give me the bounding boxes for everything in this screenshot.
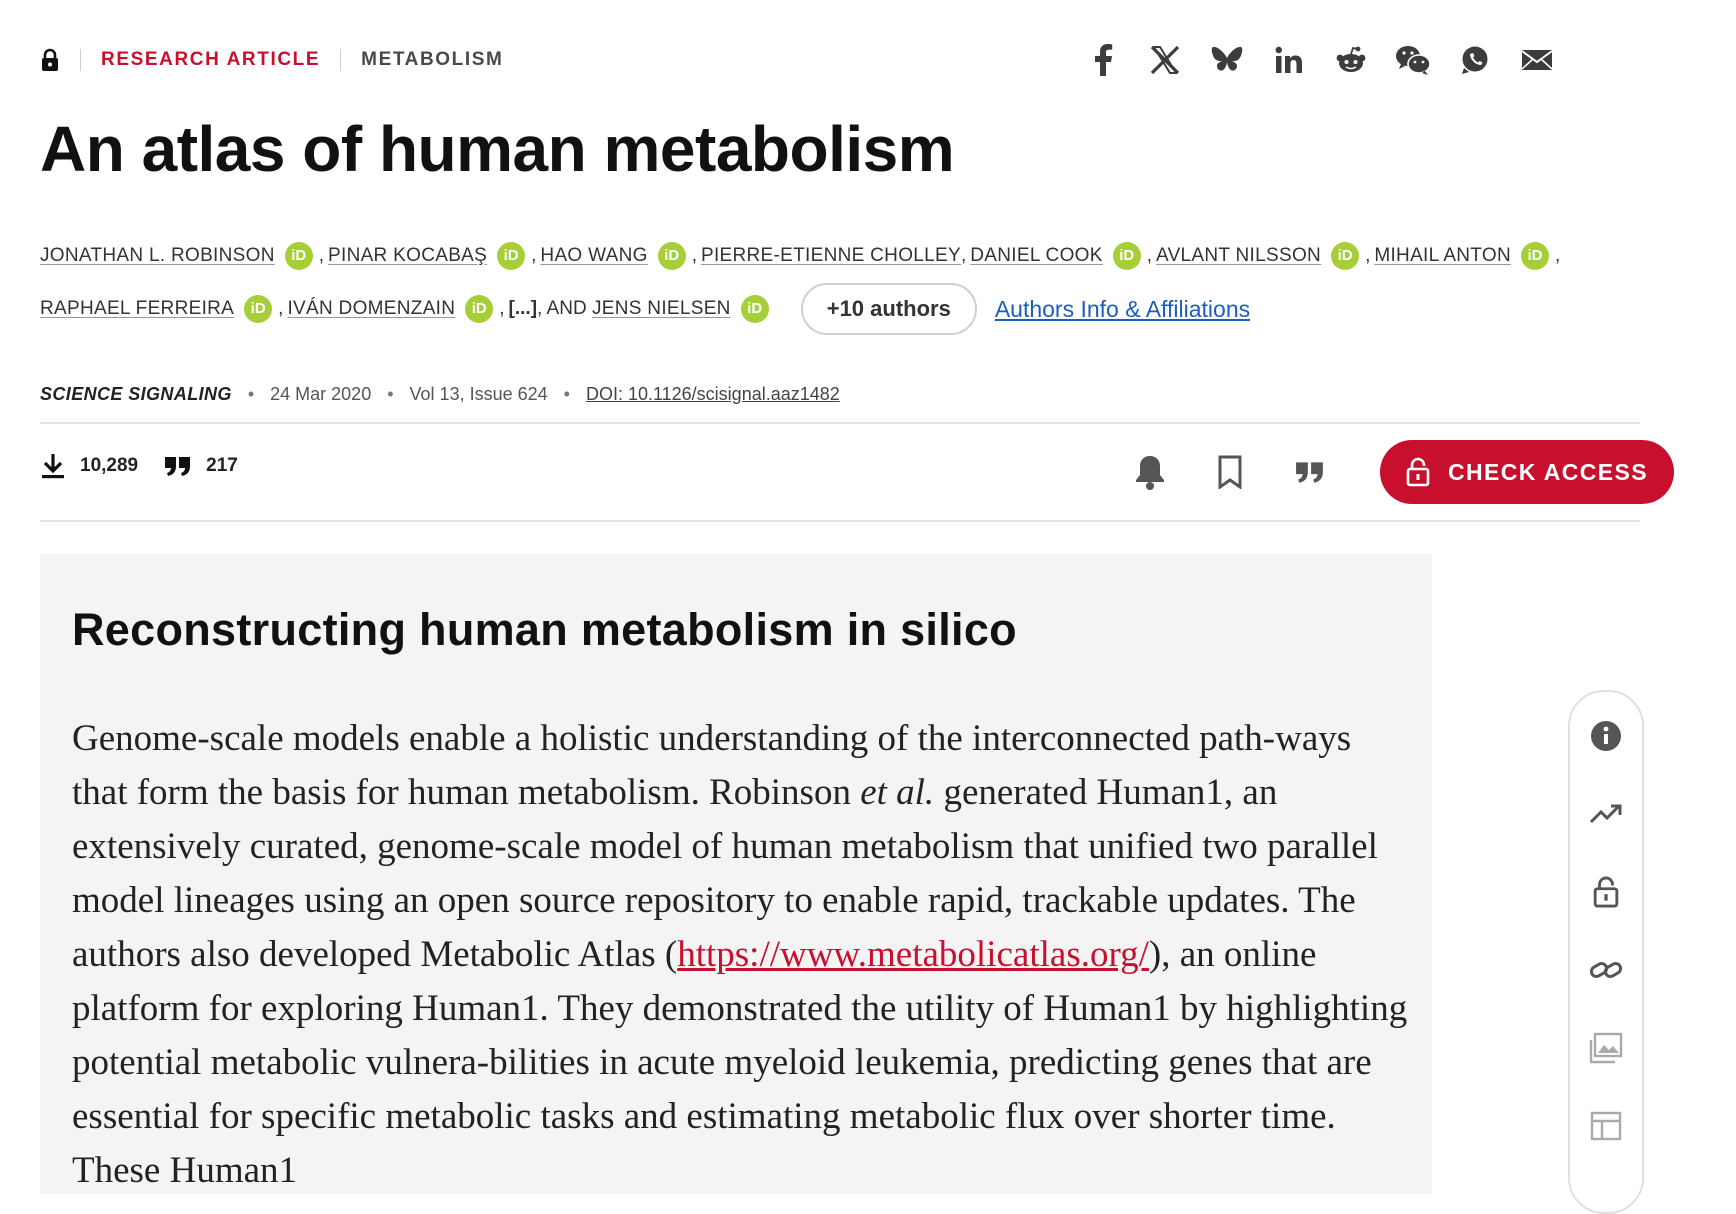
email-icon[interactable] [1506,40,1568,80]
orcid-icon[interactable]: iD [284,242,313,270]
info-icon[interactable] [1570,716,1642,756]
linkedin-icon[interactable] [1258,40,1320,80]
publication-meta: SCIENCE SIGNALING • 24 Mar 2020 • Vol 13… [40,384,840,405]
author-link[interactable]: MIHAIL ANTON [1374,229,1511,283]
side-toolbar [1568,690,1644,1214]
author-link[interactable]: RAPHAEL FERREIRA [40,282,234,336]
author-link[interactable]: IVÁN DOMENZAIN [287,282,455,336]
trending-icon[interactable] [1570,794,1642,834]
author-link[interactable]: DANIEL COOK [970,229,1102,283]
divider [40,520,1640,522]
divider [40,422,1640,424]
volume-issue[interactable]: Vol 13, Issue 624 [410,384,548,405]
divider [80,49,81,71]
author-link[interactable]: HAO WANG [540,229,647,283]
download-icon [42,454,64,479]
whatsapp-icon[interactable] [1444,40,1506,80]
article-title: An atlas of human metabolism [40,113,955,185]
affiliations-link[interactable]: Authors Info & Affiliations [995,282,1250,336]
link-icon[interactable] [1570,950,1642,990]
wechat-icon[interactable] [1382,40,1444,80]
orcid-icon[interactable]: iD [465,295,494,323]
divider [340,49,342,71]
article-actions: CHECK ACCESS [1110,440,1674,504]
downloads-count: 10,289 [80,455,139,476]
facebook-icon[interactable] [1072,40,1134,80]
check-access-label: CHECK ACCESS [1448,458,1648,485]
orcid-icon[interactable]: iD [244,295,273,323]
bookmark-icon[interactable] [1190,442,1270,502]
unlock-icon [1406,457,1430,487]
check-access-button[interactable]: CHECK ACCESS [1380,440,1674,504]
editor-summary: Reconstructing human metabolism in silic… [40,554,1432,1194]
metabolic-atlas-link[interactable]: https://www.metabolicatlas.org/ [677,934,1149,975]
summary-text: Genome-scale models enable a holistic un… [72,718,1408,1191]
bluesky-icon[interactable] [1196,40,1258,80]
unlock-icon[interactable] [1570,872,1642,912]
orcid-icon[interactable]: iD [1112,242,1141,270]
orcid-icon[interactable]: iD [657,242,686,270]
orcid-icon[interactable]: iD [1520,242,1549,270]
orcid-icon[interactable]: iD [497,242,526,270]
article-subject[interactable]: METABOLISM [361,49,503,71]
image-icon[interactable] [1570,1028,1642,1068]
lock-icon [40,48,60,72]
author-line-2: RAPHAEL FERREIRA iD, IVÁN DOMENZAIN iD, [.… [40,283,1600,335]
share-bar [1072,40,1568,80]
author-link[interactable]: JONATHAN L. ROBINSON [40,229,275,283]
metrics-bar: 10,289 217 [40,452,264,480]
author-link[interactable]: JENS NIELSEN [592,282,731,336]
author-link[interactable]: PIERRE-ETIENNE CHOLLEY [701,229,961,283]
x-icon[interactable] [1134,40,1196,80]
orcid-icon[interactable]: iD [740,295,769,323]
author-ellipsis[interactable]: [...] [509,282,538,336]
journal-name[interactable]: SCIENCE SIGNALING [40,384,232,405]
publication-date: 24 Mar 2020 [270,384,372,404]
cite-icon[interactable] [1270,442,1350,502]
author-link[interactable]: PINAR KOCABAŞ [328,229,487,283]
citations-metric[interactable]: 217 [164,455,238,477]
bell-icon[interactable] [1110,442,1190,502]
reddit-icon[interactable] [1320,40,1382,80]
doi-link[interactable]: DOI: 10.1126/scisignal.aaz1482 [586,384,840,405]
and-text: , AND [537,298,592,319]
author-line-1: JONATHAN L. ROBINSON iD, PINAR KOCABAŞ iD,… [40,236,1600,276]
table-icon[interactable] [1570,1106,1642,1146]
article-category[interactable]: RESEARCH ARTICLE [101,49,320,71]
author-list: JONATHAN L. ROBINSON iD, PINAR KOCABAŞ iD,… [40,236,1600,342]
more-authors-button[interactable]: +10 authors [800,283,977,335]
summary-heading: Reconstructing human metabolism in silic… [72,604,1017,655]
downloads-metric[interactable]: 10,289 [40,452,138,480]
article-type-bar: RESEARCH ARTICLE METABOLISM [40,46,503,74]
orcid-icon[interactable]: iD [1331,242,1360,270]
quote-icon [165,457,191,476]
citations-count: 217 [206,455,238,476]
author-link[interactable]: AVLANT NILSSON [1156,229,1321,283]
